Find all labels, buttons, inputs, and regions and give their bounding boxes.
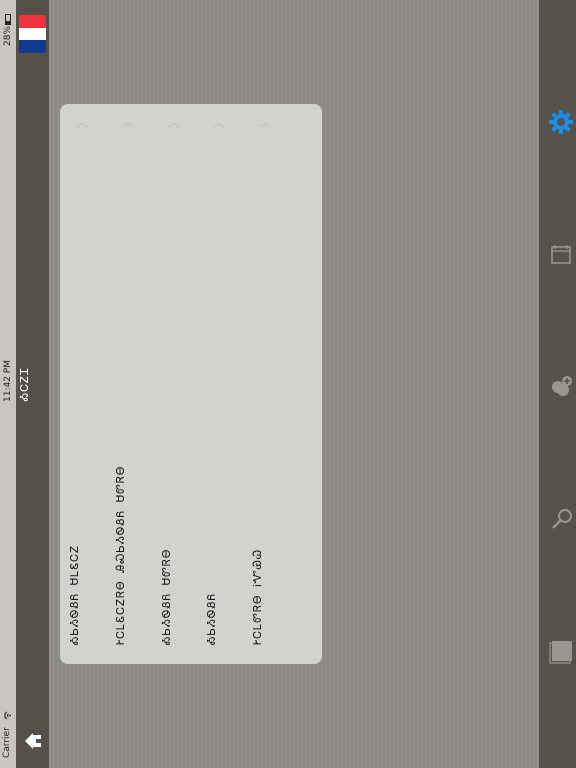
wifi-icon [3,711,15,720]
chevron-right-icon: ︿ [122,116,134,129]
book-icon[interactable] [546,637,576,667]
menu-item-label: ᎨᏟᏞᏋᏟᏃᏒᎾ ᎯᏍᏏᏱᏫᏰᏲ ᏌᏛᏒᎾ [114,465,127,645]
menu-card: ︿ ᎣᏏᏱᏫᏰᏲ ᏌᏞᏋᏟᏃ ︿ ᎨᏟᏞᏋᏟᏃᏒᎾ ᎯᏍᏏᏱᏫᏰᏲ ᏌᏛᏒᎾ ︿… [60,104,322,664]
status-time: 11:42 PM [3,360,13,402]
menu-item-label: ᎣᏏᏱᏫᏰᏲ ᏌᏞᏋᏟᏃ [68,544,81,645]
menu-item-5[interactable]: ︿ ᎨᏟᏞᏛᏒᎾ ᎥᏉᏯᏇ [243,104,287,664]
menu-item-label: ᎣᏏᏱᏫᏰᏲ [205,592,218,645]
menu-item-label: ᎣᏏᏱᏫᏰᏲ ᏌᏛᏒᎾ [160,548,173,645]
add-group-icon[interactable] [546,371,576,401]
search-icon[interactable] [546,504,576,534]
status-bar: Carrier 11:42 PM 28% [0,0,16,768]
menu-item-label: ᎨᏟᏞᏛᏒᎾ ᎥᏉᏯᏇ [251,548,264,645]
french-flag-icon[interactable] [19,15,46,53]
menu-item-2[interactable]: ︿ ᎨᏟᏞᏋᏟᏃᏒᎾ ᎯᏍᏏᏱᏫᏰᏲ ᏌᏛᏒᎾ [106,104,150,664]
chevron-right-icon: ︿ [259,116,271,129]
chevron-right-icon: ︿ [168,116,180,129]
chevron-right-icon: ︿ [76,116,88,129]
battery-icon [5,14,11,25]
gear-icon[interactable] [546,107,576,137]
battery-percent: 28% [3,25,13,46]
page-title: ᎣᏟᏃᏆ [18,366,31,402]
carrier-label: Carrier [2,727,12,758]
menu-item-4[interactable]: ︿ ᎣᏏᏱᏫᏰᏲ [197,104,241,664]
menu-item-3[interactable]: ︿ ᎣᏏᏱᏫᏰᏲ ᏌᏛᏒᎾ [152,104,196,664]
menu-item-1[interactable]: ︿ ᎣᏏᏱᏫᏰᏲ ᏌᏞᏋᏟᏃ [60,104,104,664]
chevron-right-icon: ︿ [213,116,225,129]
notepad-icon[interactable] [546,240,576,270]
home-icon[interactable] [22,730,44,752]
